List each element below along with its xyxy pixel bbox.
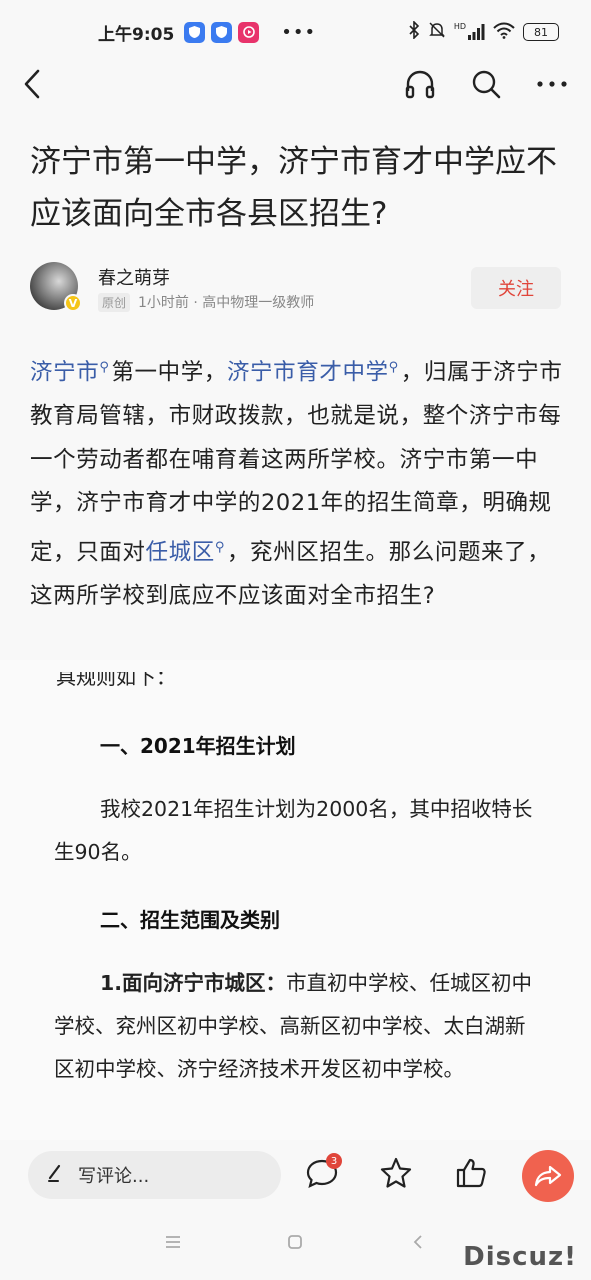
listen-button[interactable] — [400, 64, 440, 104]
share-arrow-icon — [534, 1165, 562, 1187]
follow-button[interactable]: 关注 — [471, 267, 561, 309]
wifi-icon — [493, 22, 515, 43]
search-button[interactable] — [466, 64, 506, 104]
verified-badge: V — [64, 294, 82, 312]
link-jining[interactable]: 济宁市 — [30, 360, 99, 386]
body-text-1: 第一中学， — [111, 359, 227, 386]
link-rencheng[interactable]: 任城区 — [146, 539, 215, 565]
bluetooth-icon — [408, 20, 420, 43]
star-icon — [380, 1157, 412, 1188]
menu-icon[interactable] — [164, 1234, 182, 1255]
comment-count-badge: 3 — [326, 1153, 342, 1169]
back-button[interactable] — [12, 64, 52, 104]
video-app-icon — [238, 21, 260, 43]
doc-paragraph-2: 1.面向济宁市城区：市直初中学校、任城区初中学校、兖州区初中学校、高新区初中学校… — [54, 962, 534, 1091]
home-icon[interactable] — [287, 1234, 303, 1255]
article-body: 济宁市⚲第一中学，济宁市育才中学⚲，归属于济宁市教育局管辖，市财政拨款，也就是说… — [30, 346, 564, 618]
status-bar: 上午9:05 ••• HD 81 — [0, 0, 591, 64]
mute-bell-icon — [428, 21, 446, 43]
author-name[interactable]: 春之萌芽 — [98, 264, 170, 290]
body-text-2: ，归属于济宁市教育局管辖，市财政拨款，也就是说，整个济宁市每一个劳动者都在哺育着… — [30, 359, 563, 566]
like-button[interactable] — [451, 1153, 491, 1193]
doc-paragraph-1: 我校2021年招生计划为2000名，其中招收特长生90名。 — [54, 797, 533, 864]
top-bar — [0, 60, 591, 108]
search-link-icon: ⚲ — [99, 360, 110, 375]
comment-input[interactable]: 写评论... — [28, 1151, 281, 1199]
back-nav-icon[interactable] — [412, 1234, 424, 1255]
search-link-icon: ⚲ — [214, 539, 225, 555]
author-meta: 原创 1小时前 · 高中物理一级教师 — [98, 292, 314, 312]
search-link-icon: ⚲ — [388, 360, 399, 375]
article-title: 济宁市第一中学，济宁市育才中学应不应该面向全市各县区招生? — [30, 144, 557, 232]
comment-placeholder: 写评论... — [78, 1166, 150, 1187]
status-time: 上午9:05 — [98, 24, 175, 45]
link-yucai-school[interactable]: 济宁市育才中学 — [227, 360, 389, 386]
original-tag: 原创 — [98, 292, 131, 312]
doc-heading-2: 二、招生范围及类别 — [100, 908, 280, 932]
status-more-dots: ••• — [281, 21, 317, 43]
article-image[interactable]: 具规则如下： 一、2021年招生计划 我校2021年招生计划为2000名，其中招… — [0, 660, 591, 1140]
more-options-button[interactable] — [532, 64, 572, 104]
bottom-action-bar: 写评论... 3 — [0, 1140, 591, 1210]
share-button[interactable] — [522, 1150, 574, 1202]
network-type: HD — [453, 22, 466, 31]
author-avatar[interactable]: V — [30, 262, 82, 312]
shield-app-icon-2 — [211, 21, 233, 43]
pen-icon — [46, 1163, 66, 1188]
doc-para2-bold: 1.面向济宁市城区： — [100, 971, 287, 995]
search-icon — [472, 70, 501, 99]
headphones-icon — [405, 70, 435, 99]
watermark: Discuz! — [463, 1242, 577, 1272]
back-arrow-icon — [24, 69, 40, 99]
doc-cut-text: 具规则如下： — [56, 672, 176, 688]
favorite-button[interactable] — [376, 1153, 416, 1193]
shield-app-icon — [184, 21, 206, 43]
comments-button[interactable]: 3 — [302, 1153, 342, 1193]
more-dots-icon — [537, 81, 567, 87]
signal-icon: HD — [453, 22, 485, 40]
thumbs-up-icon — [456, 1158, 486, 1188]
doc-heading-1: 一、2021年招生计划 — [100, 734, 296, 758]
battery-indicator: 81 — [523, 23, 559, 41]
author-row: V 春之萌芽 原创 1小时前 · 高中物理一级教师 关注 — [30, 262, 561, 314]
author-meta-text: 1小时前 · 高中物理一级教师 — [138, 295, 315, 311]
